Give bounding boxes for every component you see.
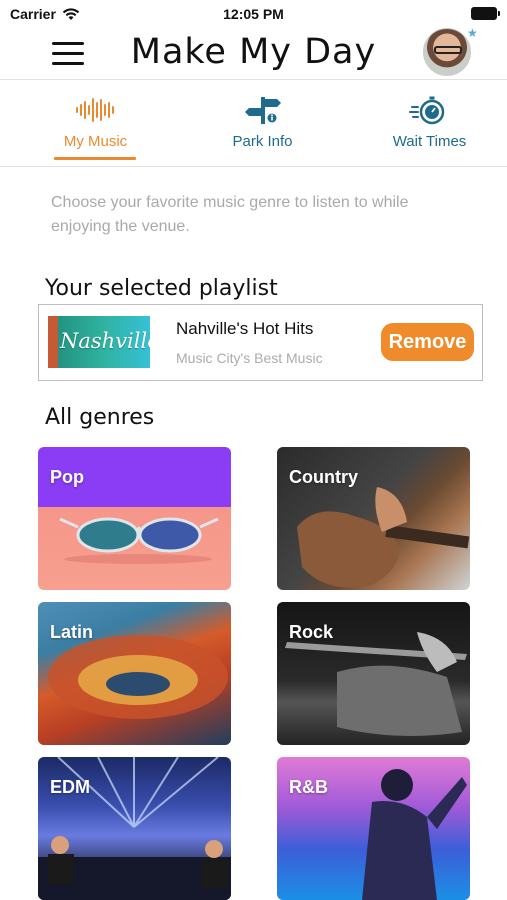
battery-icon: [471, 7, 500, 20]
playlist-description: Music City's Best Music: [176, 350, 323, 366]
active-tab-indicator: [54, 157, 136, 160]
status-time: 12:05 PM: [223, 6, 284, 22]
genre-card-latin[interactable]: Latin: [38, 602, 231, 745]
waveform-icon: [75, 98, 114, 122]
avatar-glasses: [434, 46, 462, 54]
selected-playlist-card: Nashville Nahville's Hot Hits Music City…: [38, 304, 483, 381]
star-badge-icon: ★: [467, 26, 478, 40]
all-genres-heading: All genres: [45, 405, 155, 430]
genre-label: Country: [289, 467, 358, 487]
genre-card-rnb[interactable]: R&B: [277, 757, 470, 900]
signpost-icon: [244, 97, 281, 124]
genre-card-country[interactable]: Country: [277, 447, 470, 590]
selected-playlist-heading: Your selected playlist: [45, 276, 278, 301]
genre-card-edm[interactable]: EDM: [38, 757, 231, 900]
status-bar: Carrier 12:05 PM: [0, 0, 507, 28]
playlist-thumbnail-text: Nashville: [60, 329, 150, 353]
genre-label: Rock: [289, 622, 334, 642]
playlist-thumbnail: Nashville: [48, 316, 150, 368]
remove-button[interactable]: Remove: [381, 323, 474, 361]
genre-label: R&B: [289, 777, 328, 797]
tab-my-music[interactable]: My Music: [11, 81, 180, 167]
tab-label: Park Info: [232, 133, 293, 150]
tab-wait-times[interactable]: Wait Times: [345, 81, 507, 167]
genre-label: EDM: [50, 777, 90, 797]
stopwatch-icon: [408, 96, 444, 125]
tab-label: My Music: [63, 133, 128, 150]
tab-bar: My Music Park Info Wait Times: [0, 81, 507, 167]
genre-card-pop[interactable]: Pop: [38, 447, 231, 590]
intro-text: Choose your favorite music genre to list…: [51, 194, 409, 235]
tab-park-info[interactable]: Park Info: [178, 81, 347, 167]
tab-label: Wait Times: [392, 133, 467, 150]
genre-label: Latin: [50, 622, 93, 642]
app-header: Make My Day ★: [0, 26, 507, 80]
genre-label: Pop: [50, 467, 84, 487]
user-avatar[interactable]: [423, 28, 471, 76]
playlist-name: Nahville's Hot Hits: [176, 319, 314, 338]
genre-card-rock[interactable]: Rock: [277, 602, 470, 745]
